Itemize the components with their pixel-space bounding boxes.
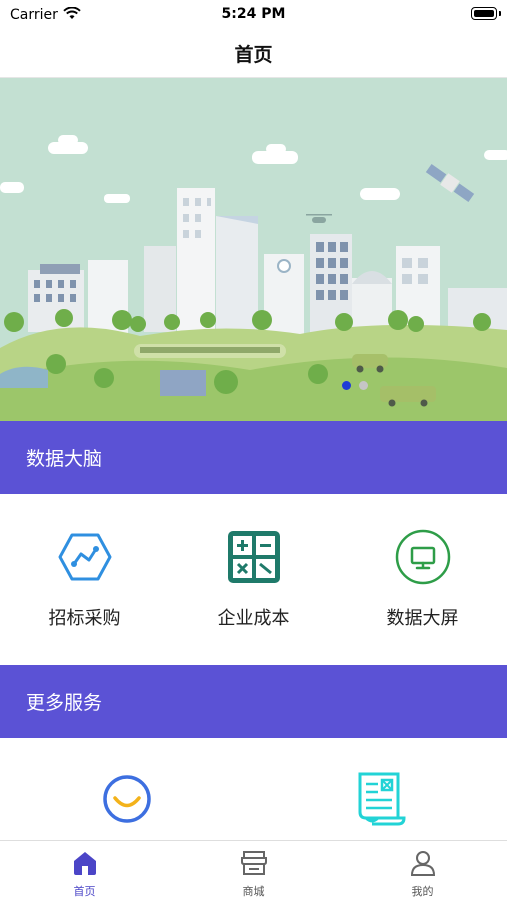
feature-bidding-procurement[interactable]: 招标采购	[0, 494, 169, 665]
carousel-indicator	[342, 381, 368, 390]
tab-label: 商城	[242, 885, 265, 898]
banner-carousel[interactable]	[0, 78, 507, 421]
battery-tip	[499, 11, 501, 16]
clock: 5:24 PM	[221, 6, 286, 22]
feature-enterprise-cost[interactable]: 企业成本	[169, 494, 338, 665]
user-icon	[409, 850, 437, 880]
hexagon-chart-icon	[58, 528, 112, 586]
monitor-icon	[395, 528, 451, 586]
smile-circle-icon	[101, 770, 153, 828]
carousel-dot-active[interactable]	[342, 381, 351, 390]
feature-label: 数据大屏	[386, 608, 459, 629]
section-header-more-services: 更多服务	[0, 665, 507, 738]
feature-label: 招标采购	[48, 608, 121, 629]
home-icon	[71, 850, 99, 880]
calculator-icon	[226, 528, 282, 586]
feature-label: 企业成本	[217, 608, 290, 629]
city-illustration	[0, 78, 507, 421]
feature-grid: 招标采购 企业成本 数据大屏	[0, 494, 507, 665]
document-scroll-icon	[352, 770, 408, 828]
tab-home[interactable]: 首页	[0, 841, 169, 900]
status-bar: Carrier 5:24 PM	[0, 0, 507, 30]
service-grid	[0, 738, 507, 840]
page-title: 首页	[234, 44, 273, 66]
tab-store[interactable]: 商城	[169, 841, 338, 900]
store-icon	[240, 850, 268, 880]
feature-data-screen[interactable]: 数据大屏	[338, 494, 507, 665]
nav-bar: 首页	[0, 30, 507, 78]
carousel-dot[interactable]	[359, 381, 368, 390]
tab-bar: 首页 商城 我的	[0, 840, 507, 900]
section-title: 数据大脑	[26, 448, 103, 470]
service-item-document[interactable]	[254, 738, 507, 840]
service-item-smile[interactable]	[0, 738, 254, 840]
tab-label: 我的	[411, 885, 434, 898]
section-title: 更多服务	[26, 692, 103, 714]
tab-mine[interactable]: 我的	[338, 841, 507, 900]
tab-label: 首页	[73, 885, 96, 898]
section-header-data-brain: 数据大脑	[0, 421, 507, 494]
battery-icon	[471, 7, 497, 20]
